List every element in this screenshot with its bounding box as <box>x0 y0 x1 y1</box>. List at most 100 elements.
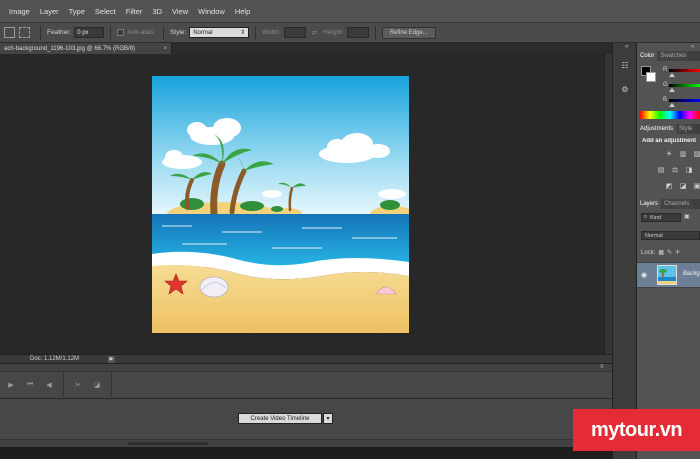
divider <box>111 373 112 397</box>
tab-swatches[interactable]: Swatches <box>657 51 690 61</box>
visibility-eye-icon[interactable]: ◉ <box>641 271 647 279</box>
lock-row: Lock: ▦ ✎ ✛ <box>641 249 680 257</box>
color-panel-tabs: Color Swatches <box>637 51 700 61</box>
channel-g-thumb[interactable] <box>669 88 675 92</box>
history-icon[interactable]: ☷ <box>620 60 630 70</box>
divider <box>110 25 112 40</box>
vertical-scrollbar[interactable] <box>604 54 612 354</box>
menu-image[interactable]: Image <box>4 7 35 16</box>
menu-layer[interactable]: Layer <box>35 7 64 16</box>
new-selection-icon[interactable] <box>4 27 15 38</box>
timeline-header <box>0 363 612 371</box>
height-label: Height: <box>323 29 344 36</box>
panel-dock <box>612 43 636 459</box>
layers-panel-tabs: Layers Channels <box>637 199 700 209</box>
antialias-label: Anti-alias <box>127 29 154 36</box>
beach-image[interactable] <box>152 76 409 333</box>
balance-icon[interactable]: ⚖ <box>671 166 679 174</box>
invert-icon[interactable]: ◩ <box>665 182 673 190</box>
selective-color-icon[interactable]: ▣ <box>693 182 700 190</box>
color-spectrum[interactable] <box>640 111 700 119</box>
menu-3d[interactable]: 3D <box>147 7 167 16</box>
menu-view[interactable]: View <box>167 7 193 16</box>
bw-icon[interactable]: ◨ <box>685 166 693 174</box>
layer-name[interactable]: Backg <box>683 271 700 277</box>
options-bar: Feather: 0 px Anti-alias Style: Normal ⇕… <box>0 22 700 43</box>
adjustment-row-1: ☀ ▥ ▨ <box>665 150 700 158</box>
first-frame-icon[interactable]: ▶ <box>6 381 16 389</box>
style-label: Style: <box>169 29 187 36</box>
lock-move-icon[interactable]: ✛ <box>675 249 680 256</box>
play-icon[interactable]: ◀ <box>44 381 54 389</box>
menu-filter[interactable]: Filter <box>121 7 148 16</box>
prev-frame-icon[interactable]: ⏮ <box>25 381 35 389</box>
channel-b-label: B <box>663 97 668 103</box>
search-icon: ⌕ <box>644 214 648 220</box>
add-selection-icon[interactable] <box>19 27 30 38</box>
transition-icon[interactable]: ◪ <box>92 381 102 389</box>
timeline-dropdown-icon[interactable]: ▾ <box>323 413 333 424</box>
close-icon[interactable]: × <box>163 46 171 52</box>
lock-transparent-icon[interactable]: ▦ <box>658 249 664 256</box>
menu-window[interactable]: Window <box>193 7 230 16</box>
timeline-controls: ▶ ⏮ ◀ ✂ ◪ <box>0 371 612 399</box>
divider <box>374 25 376 40</box>
background-color-swatch[interactable] <box>646 72 656 82</box>
doc-size: Doc: 1.12M/1.12M <box>30 356 80 362</box>
style-value: Normal <box>193 29 213 36</box>
width-input[interactable] <box>283 27 306 38</box>
status-menu-arrow-icon[interactable]: ▶ <box>108 355 115 363</box>
menu-help[interactable]: Help <box>230 7 255 16</box>
tab-channels[interactable]: Channels <box>661 199 693 209</box>
create-video-timeline-button[interactable]: Create Video Timeline <box>238 413 322 424</box>
collapse-icon[interactable]: « <box>625 44 628 50</box>
menu-select[interactable]: Select <box>90 7 121 16</box>
divider <box>40 25 41 40</box>
layer-thumbnail-image <box>658 266 676 284</box>
document-tab[interactable]: ach-background_1196-103.jpg @ 66.7% (RGB… <box>0 43 172 54</box>
blend-mode-select[interactable]: Normal <box>641 231 700 240</box>
tab-layers[interactable]: Layers <box>637 199 662 209</box>
feather-label: Feather: <box>47 29 72 36</box>
antialias-checkbox[interactable] <box>117 29 125 36</box>
adjustment-row-2: ▤ ⚖ ◨ ▦ <box>657 166 700 174</box>
layer-filter-select[interactable]: ⌕ Kind <box>641 213 681 222</box>
feather-input[interactable]: 0 px <box>74 27 105 38</box>
brightness-icon[interactable]: ☀ <box>665 150 673 158</box>
height-input[interactable] <box>346 27 369 38</box>
add-adjustment-label: Add an adjustment <box>642 138 697 144</box>
beach-illustration <box>152 76 409 333</box>
expand-panels-icon[interactable]: » <box>691 44 694 50</box>
swap-icon[interactable]: ⇄ <box>312 29 317 37</box>
tab-color[interactable]: Color <box>637 51 658 61</box>
width-label: Width: <box>262 29 281 36</box>
filter-image-icon[interactable]: ▣ <box>684 213 696 222</box>
tab-styles[interactable]: Style <box>676 124 696 134</box>
select-arrows-icon: ⇕ <box>240 30 246 36</box>
channel-g-slider[interactable] <box>669 84 700 87</box>
properties-icon[interactable]: ⚙ <box>620 84 630 94</box>
adjustments-panel-tabs: Adjustments Style <box>637 124 700 134</box>
channel-b-slider[interactable] <box>669 99 700 102</box>
gradient-map-icon[interactable]: ◪ <box>679 182 687 190</box>
channel-b-thumb[interactable] <box>669 103 675 107</box>
style-select[interactable]: Normal ⇕ <box>189 27 250 38</box>
channel-r-label: R <box>663 67 668 73</box>
timeline-menu-icon[interactable]: ≡ <box>600 364 609 370</box>
tab-adjustments[interactable]: Adjustments <box>637 124 677 134</box>
adjustment-row-3: ◩ ◪ ▣ <box>665 182 700 190</box>
bottom-strip <box>0 447 612 459</box>
watermark-logo: mytour.vn <box>573 409 700 451</box>
channel-r-thumb[interactable] <box>669 73 675 77</box>
document-tab-title: ach-background_1196-103.jpg @ 66.7% (RGB… <box>4 45 136 52</box>
vibrance-icon[interactable]: ▤ <box>657 166 665 174</box>
levels-icon[interactable]: ▥ <box>679 150 687 158</box>
lock-brush-icon[interactable]: ✎ <box>667 249 672 256</box>
scissors-icon[interactable]: ✂ <box>73 381 83 389</box>
timeline-zoom-slider[interactable] <box>128 442 208 445</box>
status-bar: Doc: 1.12M/1.12M ▶ <box>0 354 612 363</box>
channel-r-slider[interactable] <box>669 69 700 72</box>
curves-icon[interactable]: ▨ <box>693 150 700 158</box>
menu-type[interactable]: Type <box>64 7 90 16</box>
refine-edge-button[interactable]: Refine Edge... <box>381 26 436 39</box>
